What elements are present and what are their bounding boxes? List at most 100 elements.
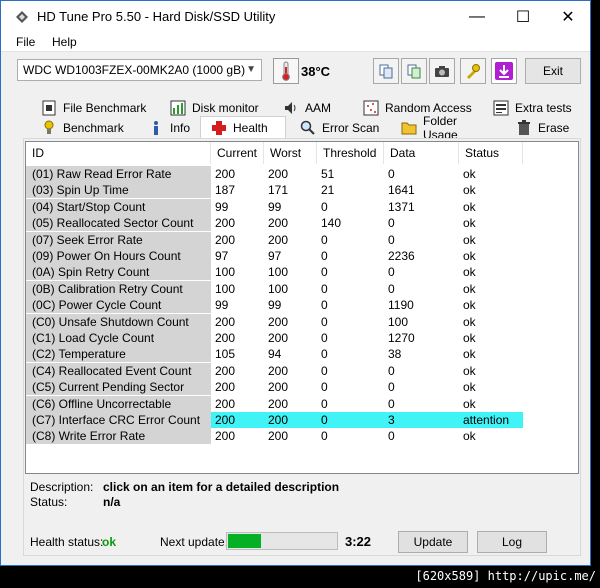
options-button[interactable] xyxy=(460,58,486,84)
table-cell-status: ok xyxy=(463,281,476,296)
table-cell-threshold: 0 xyxy=(321,413,328,427)
menu-help[interactable]: Help xyxy=(52,35,77,49)
table-cell-threshold: 0 xyxy=(321,265,328,280)
table-row[interactable]: (C7) Interface CRC Error Count 200 200 0 3 at… xyxy=(26,412,523,428)
tab-info[interactable]: Info xyxy=(138,118,198,138)
table-cell-status: attention xyxy=(463,413,510,427)
table-cell-current: 97 xyxy=(215,249,229,263)
drive-select[interactable]: WDC WD1003FZEX-00MK2A0 (1000 gB) ▼ xyxy=(17,59,262,81)
table-row[interactable]: (03) Spin Up Time 187 171 21 1641 ok xyxy=(26,182,523,199)
table-cell-id: (C6) Offline Uncorrectable xyxy=(26,395,211,412)
table-cell-worst: 200 xyxy=(268,167,289,181)
table-cell-status: ok xyxy=(463,167,476,181)
health-status-value: ok xyxy=(102,535,117,549)
maximize-button[interactable]: ☐ xyxy=(500,1,546,32)
table-cell-current: 200 xyxy=(215,331,236,345)
table-cell-threshold: 0 xyxy=(321,314,328,329)
table-cell-threshold: 0 xyxy=(321,298,328,313)
table-cell-worst: 97 xyxy=(268,249,282,263)
table-row[interactable]: (09) Power On Hours Count 97 97 0 2236 ok xyxy=(26,248,523,264)
tab-folder-usage[interactable]: Folder Usage xyxy=(391,114,495,142)
table-cell-data: 0 xyxy=(388,265,395,280)
table-cell-threshold: 51 xyxy=(321,167,335,181)
close-button[interactable]: ✕ xyxy=(545,1,591,32)
table-row[interactable]: (C0) Unsafe Shutdown Count 200 200 0 100 ok xyxy=(26,313,523,330)
table-cell-data: 1641 xyxy=(388,183,415,198)
table-row[interactable]: (0B) Calibration Retry Count 100 100 0 0 ok xyxy=(26,280,523,297)
column-header-status[interactable]: Status xyxy=(459,142,523,164)
table-cell-current: 99 xyxy=(215,199,229,214)
table-cell-id: (01) Raw Read Error Rate xyxy=(26,166,211,182)
update-button[interactable]: Update xyxy=(398,531,468,553)
table-row[interactable]: (C2) Temperature 105 94 0 38 ok xyxy=(26,346,523,363)
copy-button[interactable] xyxy=(373,58,399,84)
table-cell-status: ok xyxy=(463,396,476,411)
tab-error-scan[interactable]: Error Scan xyxy=(290,118,380,138)
tab-label: Health xyxy=(233,121,268,135)
table-cell-threshold: 140 xyxy=(321,216,342,231)
tab-label: Disk monitor xyxy=(192,101,259,115)
tab-disk-monitor[interactable]: Disk monitor xyxy=(160,98,270,118)
table-cell-status: ok xyxy=(463,363,476,378)
table-row[interactable]: (C8) Write Error Rate 200 200 0 0 ok xyxy=(26,428,523,445)
table-cell-id: (C2) Temperature xyxy=(26,346,211,363)
tab-label: Error Scan xyxy=(322,121,380,135)
table-row[interactable]: (04) Start/Stop Count 99 99 0 1371 ok xyxy=(26,198,523,215)
table-row[interactable]: (01) Raw Read Error Rate 200 200 51 0 ok xyxy=(26,166,523,182)
table-row[interactable]: (C5) Current Pending Sector 200 200 0 0 ok xyxy=(26,379,523,396)
table-cell-threshold: 0 xyxy=(321,281,328,296)
table-cell-data: 0 xyxy=(388,396,395,411)
tab-file-benchmark[interactable]: File Benchmark xyxy=(31,98,151,118)
next-update-label: Next update: xyxy=(160,535,229,549)
column-header-data[interactable]: Data xyxy=(384,142,459,164)
tab-extra-tests[interactable]: Extra tests xyxy=(483,98,583,118)
column-header-current[interactable]: Current xyxy=(211,142,264,164)
aam-icon xyxy=(283,100,299,116)
copy-info-button[interactable] xyxy=(401,58,427,84)
health-icon xyxy=(211,120,227,136)
table-cell-worst: 99 xyxy=(268,199,282,214)
table-cell-threshold: 21 xyxy=(321,183,335,198)
table-cell-current: 200 xyxy=(215,167,236,181)
table-cell-threshold: 0 xyxy=(321,199,328,214)
copy-info-icon xyxy=(407,64,421,79)
table-row[interactable]: (0A) Spin Retry Count 100 100 0 0 ok xyxy=(26,264,523,281)
column-header-id[interactable]: ID xyxy=(26,142,211,164)
random-access-icon xyxy=(363,100,379,116)
log-button[interactable]: Log xyxy=(477,531,547,553)
save-button[interactable] xyxy=(491,58,517,84)
description-label: Description: xyxy=(30,480,94,494)
screenshot-button[interactable] xyxy=(429,58,455,84)
tab-aam[interactable]: AAM xyxy=(273,98,353,118)
tab-benchmark[interactable]: Benchmark xyxy=(31,118,135,138)
copy-icon xyxy=(379,64,393,79)
table-cell-id: (07) Seek Error Rate xyxy=(26,231,211,248)
table-row[interactable]: (05) Reallocated Sector Count 200 200 140 0 o… xyxy=(26,215,523,232)
erase-icon xyxy=(516,120,532,136)
exit-button[interactable]: Exit xyxy=(525,58,581,84)
app-window: HD Tune Pro 5.50 - Hard Disk/SSD Utility… xyxy=(0,0,591,566)
menu-file[interactable]: File xyxy=(16,35,35,49)
table-cell-data: 2236 xyxy=(388,249,415,263)
table-cell-worst: 200 xyxy=(268,331,289,345)
tab-erase[interactable]: Erase xyxy=(506,118,576,138)
next-update-progress xyxy=(226,532,338,550)
error-scan-icon xyxy=(300,120,316,136)
window-title: HD Tune Pro 5.50 - Hard Disk/SSD Utility xyxy=(37,9,276,24)
table-cell-threshold: 0 xyxy=(321,429,328,444)
table-row[interactable]: (0C) Power Cycle Count 99 99 0 1190 ok xyxy=(26,297,523,314)
table-row[interactable]: (C1) Load Cycle Count 200 200 0 1270 ok xyxy=(26,330,523,346)
table-cell-current: 100 xyxy=(215,265,236,280)
table-cell-current: 187 xyxy=(215,183,236,198)
table-row[interactable]: (C6) Offline Uncorrectable 200 200 0 0 ok xyxy=(26,395,523,412)
tab-health[interactable]: Health xyxy=(200,116,286,139)
table-row[interactable]: (C4) Reallocated Event Count 200 200 0 0 ok xyxy=(26,362,523,379)
table-row[interactable]: (07) Seek Error Rate 200 200 0 0 ok xyxy=(26,231,523,248)
minimize-button[interactable]: — xyxy=(454,1,500,32)
column-header-worst[interactable]: Worst xyxy=(264,142,317,164)
smart-table[interactable]: ID Current Worst Threshold Data Status (… xyxy=(25,141,579,474)
column-header-threshold[interactable]: Threshold xyxy=(317,142,384,164)
temperature-readout: 38°C xyxy=(301,64,331,79)
tab-label: File Benchmark xyxy=(63,101,147,115)
next-update-time: 3:22 xyxy=(345,534,372,549)
